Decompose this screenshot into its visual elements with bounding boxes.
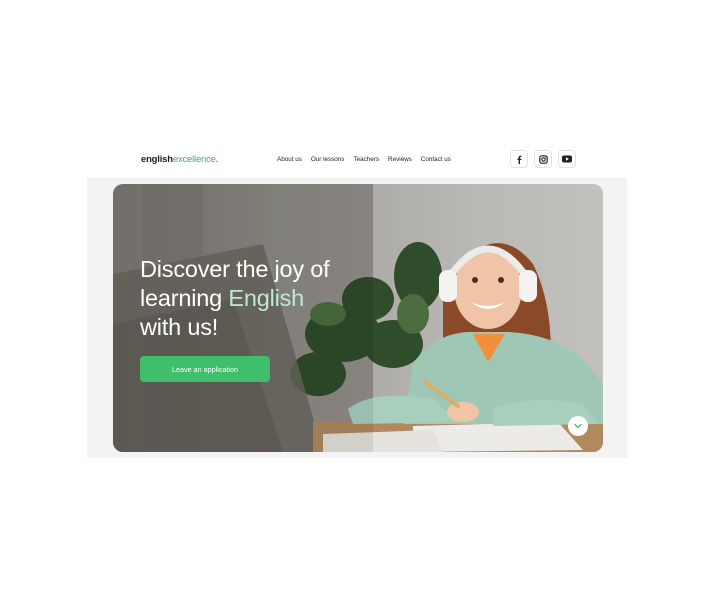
hero-headline: Discover the joy of learning English wit… [140,255,330,342]
chevron-down-icon [574,423,582,429]
nav-link-contact-us[interactable]: Contact us [421,156,451,163]
leave-application-button[interactable]: Leave an application [140,356,270,382]
nav-link-teachers[interactable]: Teachers [353,156,379,163]
landing-page: englishexcellence. About us Our lessons … [87,142,627,458]
social-links [510,150,576,168]
hero-banner: Discover the joy of learning English wit… [113,184,603,452]
headline-line-3: with us! [140,314,219,340]
logo-dot: . [215,154,219,165]
facebook-icon [517,155,522,164]
instagram-button[interactable] [534,150,552,168]
logo[interactable]: englishexcellence. [141,154,218,165]
scroll-down-button[interactable] [568,416,588,436]
youtube-button[interactable] [558,150,576,168]
facebook-button[interactable] [510,150,528,168]
headline-line-1: Discover the joy of [140,256,330,282]
logo-word-excellence: excellence [172,154,216,165]
nav-link-our-lessons[interactable]: Our lessons [311,156,345,163]
youtube-icon [562,155,572,163]
nav-link-about-us[interactable]: About us [277,156,302,163]
nav-menu: About us Our lessons Teachers Reviews Co… [277,156,451,163]
top-nav: englishexcellence. About us Our lessons … [87,142,627,178]
headline-highlight: English [228,285,305,311]
logo-word-english: english [141,154,173,165]
headline-line-2-prefix: learning [140,285,229,311]
nav-link-reviews[interactable]: Reviews [388,156,412,163]
instagram-icon [538,154,548,164]
